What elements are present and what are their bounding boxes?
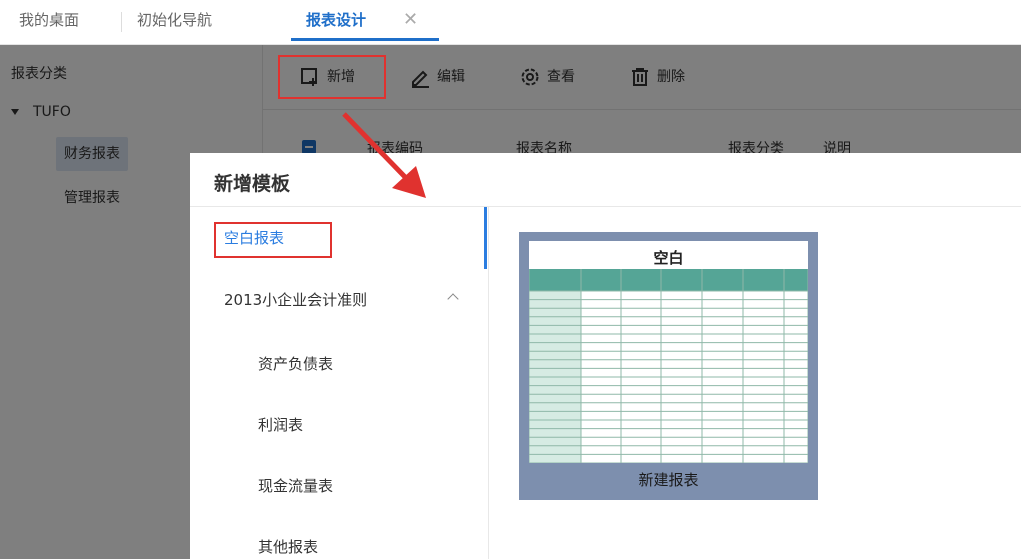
category-cash-flow[interactable]: 现金流量表	[258, 475, 333, 496]
blank-template-card[interactable]: 空白 新建报表	[519, 232, 818, 500]
spreadsheet-preview	[529, 269, 808, 463]
category-income-statement[interactable]: 利润表	[258, 414, 303, 435]
template-category-list: 空白报表 2013小企业会计准则 资产负债表 利润表 现金流量表 其他报表	[190, 207, 489, 559]
add-button-highlight	[278, 55, 386, 99]
tab-separator	[121, 12, 122, 32]
tab-bar: 我的桌面 初始化导航 报表设计 ✕	[0, 0, 1021, 45]
dialog-title: 新增模板	[214, 173, 291, 195]
category-other-reports[interactable]: 其他报表	[258, 536, 318, 557]
active-tab-indicator	[291, 38, 439, 41]
tab-my-desktop[interactable]: 我的桌面	[19, 0, 79, 44]
category-balance-sheet[interactable]: 资产负债表	[258, 353, 333, 374]
category-2013-small-enterprise[interactable]: 2013小企业会计准则	[224, 289, 367, 310]
active-item-indicator	[484, 207, 487, 269]
tab-init-navigation[interactable]: 初始化导航	[137, 0, 212, 44]
annotation-arrow-icon	[342, 112, 426, 198]
blank-report-highlight	[214, 222, 332, 258]
sheet-header-row	[529, 269, 808, 291]
template-thumbnail: 空白	[529, 241, 808, 463]
chevron-up-icon[interactable]	[447, 293, 459, 305]
close-icon[interactable]: ✕	[403, 8, 418, 32]
new-template-dialog: 新增模板 空白报表 2013小企业会计准则 资产负债表 利润表 现金流量表 其他…	[190, 153, 1021, 559]
template-card-label: 新建报表	[638, 471, 699, 489]
